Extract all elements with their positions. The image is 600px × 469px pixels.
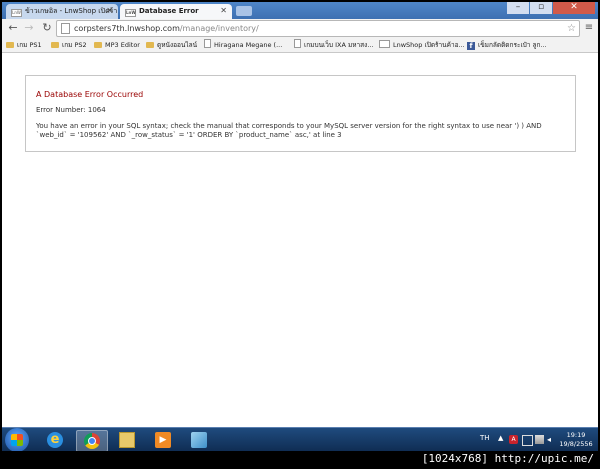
- taskbar-explorer[interactable]: [112, 430, 142, 450]
- bookmark-label: ดูหนังออนไลน์: [157, 41, 198, 49]
- internet-explorer-icon: e: [47, 432, 63, 448]
- chrome-icon: [84, 433, 100, 449]
- new-tab-button[interactable]: [236, 6, 252, 16]
- input-language[interactable]: TH: [480, 434, 490, 442]
- tab-strip: LnW ข้าวเกษอิล - LnwShop เปิดร้า ✕ LnW Dat…: [2, 2, 598, 19]
- acrobat-tray-icon[interactable]: A: [509, 435, 518, 444]
- error-heading: A Database Error Occurred: [36, 90, 144, 99]
- network-icon[interactable]: [535, 435, 544, 444]
- lnwshop-favicon-icon: LnW: [11, 9, 22, 17]
- watermark-strip: [1024x768] http://upic.me/: [2, 451, 598, 467]
- media-player-icon: ▶: [155, 432, 171, 448]
- tab-label: ข้าวเกษอิล - LnwShop เปิดร้า: [25, 7, 118, 15]
- bookmarks-bar: เกม PS1 เกม PS2 MP3 Editor ดูหนังออนไลน์…: [2, 38, 598, 53]
- bookmark-label: เข็มกลัดติดกระเป๋า ลูก...: [478, 41, 547, 49]
- tab-label: Database Error: [139, 7, 199, 15]
- page-content: A Database Error Occurred Error Number: …: [2, 53, 598, 427]
- taskbar-chrome[interactable]: [76, 430, 108, 452]
- bookmark-star-icon[interactable]: ☆: [567, 21, 576, 36]
- error-message: You have an error in your SQL syntax; ch…: [36, 122, 542, 139]
- taskbar-app[interactable]: [184, 430, 214, 450]
- windows-logo-icon: [11, 434, 23, 446]
- windows-taskbar: e ▶ TH ▲ A ◂ 19:19 19/8/2556: [2, 427, 598, 452]
- back-arrow-icon[interactable]: ←: [6, 21, 20, 35]
- browser-toolbar: ← → ↻ corpsters7th.lnwshop.com/manage/in…: [2, 19, 598, 38]
- start-button[interactable]: [5, 428, 29, 452]
- error-number: Error Number: 1064: [36, 106, 106, 114]
- bookmark-label: เกม PS1: [17, 41, 42, 49]
- address-bar[interactable]: corpsters7th.lnwshop.com/manage/inventor…: [56, 20, 580, 37]
- minimize-button[interactable]: –: [507, 2, 529, 14]
- bookmark-label: เกม PS2: [62, 41, 87, 49]
- bookmark-item[interactable]: Hiragana Megane (...: [204, 38, 282, 52]
- bookmark-item[interactable]: เกมบนเว็บ IXA มหาสง...: [294, 38, 374, 52]
- bookmark-label: LnwShop เปิดร้านค้าอ...: [393, 41, 465, 49]
- bookmark-label: Hiragana Megane (...: [214, 41, 283, 49]
- maximize-button[interactable]: ▫: [530, 2, 552, 14]
- close-tab-icon[interactable]: ✕: [106, 4, 113, 18]
- bookmark-item[interactable]: MP3 Editor: [94, 38, 140, 52]
- facebook-icon: f: [467, 42, 475, 50]
- clock-date: 19/8/2556: [559, 440, 593, 448]
- close-window-button[interactable]: ✕: [553, 2, 595, 14]
- bookmark-label: เกมบนเว็บ IXA มหาสง...: [304, 41, 374, 49]
- system-clock[interactable]: 19:19 19/8/2556: [554, 431, 598, 449]
- url-text[interactable]: corpsters7th.lnwshop.com/manage/inventor…: [74, 21, 259, 36]
- close-tab-icon[interactable]: ✕: [220, 4, 227, 18]
- clock-time: 19:19: [566, 431, 586, 439]
- bookmark-item[interactable]: เกม PS1: [6, 38, 42, 52]
- folder-icon: [6, 42, 14, 48]
- error-container: A Database Error Occurred Error Number: …: [25, 75, 576, 152]
- reload-icon[interactable]: ↻: [40, 21, 54, 35]
- bookmark-item[interactable]: ดูหนังออนไลน์: [146, 38, 197, 52]
- page-icon: [294, 39, 301, 48]
- lnwshop-favicon-icon: LnW: [125, 9, 136, 17]
- forward-arrow-icon[interactable]: →: [22, 21, 36, 35]
- folder-icon: [119, 432, 135, 448]
- lnwshop-icon: [379, 40, 390, 48]
- screen: LnW ข้าวเกษอิล - LnwShop เปิดร้า ✕ LnW Dat…: [2, 2, 598, 467]
- page-icon: [204, 39, 211, 48]
- taskbar-internet-explorer[interactable]: e: [40, 430, 70, 450]
- folder-icon: [94, 42, 102, 48]
- tab-lnwshop[interactable]: LnW ข้าวเกษอิล - LnwShop เปิดร้า ✕: [6, 4, 118, 19]
- taskbar-media-player[interactable]: ▶: [148, 430, 178, 450]
- bookmark-item[interactable]: เกม PS2: [51, 38, 87, 52]
- bookmark-label: MP3 Editor: [105, 41, 140, 49]
- folder-icon: [146, 42, 154, 48]
- application-icon: [191, 432, 207, 448]
- tab-database-error[interactable]: LnW Database Error ✕: [120, 4, 232, 19]
- watermark-text: [1024x768] http://upic.me/: [421, 452, 594, 465]
- bookmark-item[interactable]: f เข็มกลัดติดกระเป๋า ลูก...: [467, 38, 547, 52]
- menu-icon[interactable]: ≡: [582, 21, 596, 35]
- page-icon: [61, 23, 70, 34]
- show-hidden-icons-arrow-icon[interactable]: ▲: [498, 434, 503, 442]
- action-center-flag-icon[interactable]: [522, 435, 533, 446]
- folder-icon: [51, 42, 59, 48]
- url-path: /manage/inventory/: [179, 24, 259, 33]
- bookmark-item[interactable]: LnwShop เปิดร้านค้าอ...: [379, 38, 465, 52]
- url-domain: corpsters7th.lnwshop.com: [74, 24, 180, 33]
